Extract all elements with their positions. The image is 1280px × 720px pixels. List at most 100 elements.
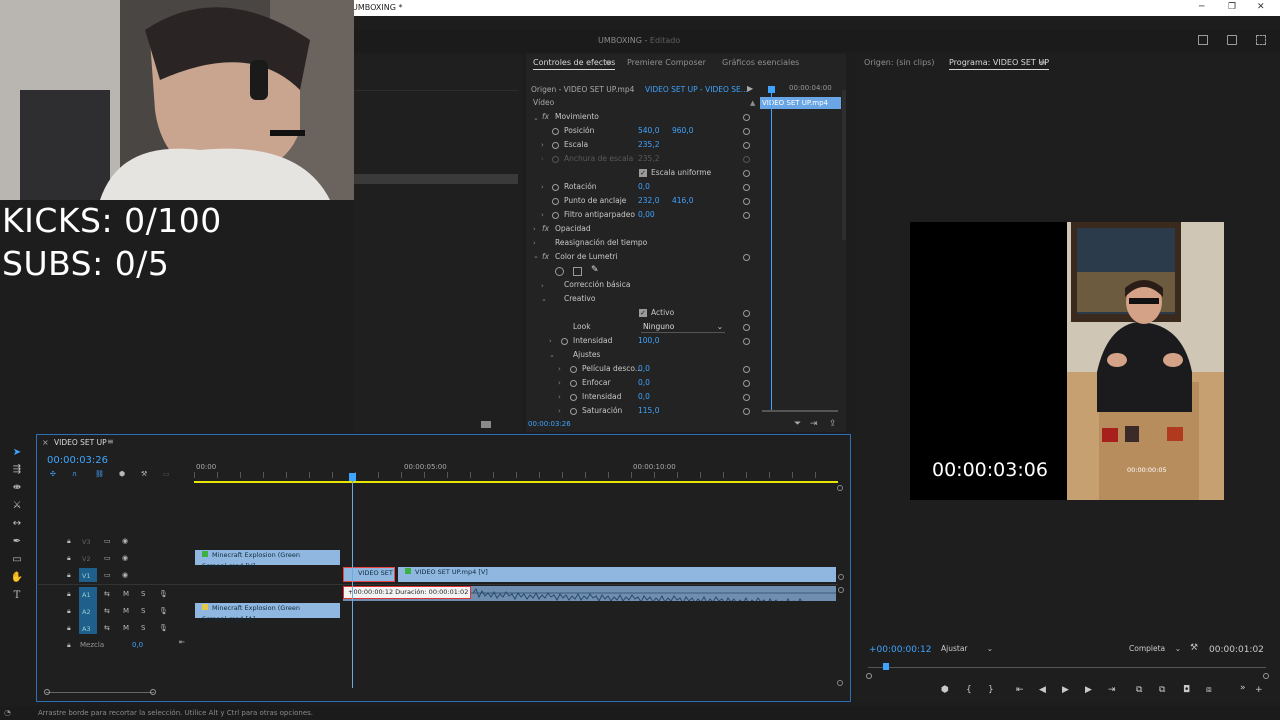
expand-chevron-icon[interactable]: ⌄ <box>533 252 539 260</box>
eye-icon[interactable]: ◉ <box>122 571 128 579</box>
rotacion-value[interactable]: 0,0 <box>638 181 650 193</box>
link-icon[interactable]: ⇆ <box>104 624 110 632</box>
tab-essential-graphics[interactable]: Gráficos esenciales <box>722 58 799 67</box>
vertical-scroll-handle[interactable] <box>837 485 843 491</box>
track-scroll-handle[interactable] <box>838 587 844 593</box>
play-icon[interactable]: ▶ <box>1062 685 1069 695</box>
export-icon[interactable]: ⇥ <box>810 419 818 429</box>
reset-icon[interactable] <box>743 114 750 121</box>
pelicula-value[interactable]: 0,0 <box>638 363 650 375</box>
stopwatch-icon[interactable] <box>552 184 559 191</box>
anclaje-y-value[interactable]: 416,0 <box>672 195 693 207</box>
escala-value[interactable]: 235,2 <box>638 139 659 151</box>
zoom-scrollbar[interactable] <box>762 410 838 412</box>
mini-clip[interactable]: VIDEO SET UP.mp4 <box>760 97 841 109</box>
intensidad-value[interactable]: 100,0 <box>638 335 659 347</box>
film-icon[interactable]: ▭ <box>104 537 111 545</box>
eye-icon[interactable]: ◉ <box>122 554 128 562</box>
mute-icon[interactable]: M <box>123 607 129 615</box>
expand-chevron-icon[interactable]: › <box>558 407 561 415</box>
mute-icon[interactable]: M <box>123 624 129 632</box>
expand-chevron-icon[interactable]: › <box>541 183 544 191</box>
lock-icon[interactable]: 🔒︎ <box>67 590 71 599</box>
reset-icon[interactable] <box>743 394 750 401</box>
fit-dropdown[interactable]: Ajustar ⌄ <box>941 643 993 655</box>
eye-icon[interactable]: ◉ <box>122 537 128 545</box>
add-button-icon[interactable]: + <box>1255 685 1263 695</box>
source-clip-label[interactable]: Origen - VIDEO SET UP.mp4 <box>531 85 634 94</box>
film-icon[interactable]: ▭ <box>104 554 111 562</box>
mic-icon[interactable]: 🎙︎ <box>159 590 168 598</box>
zoom-handle-right[interactable] <box>1263 673 1269 679</box>
solo-icon[interactable]: S <box>141 624 145 632</box>
quality-dropdown[interactable]: Completa ⌄ <box>1129 643 1181 655</box>
step-forward-icon[interactable]: ▶ <box>1085 685 1092 695</box>
pen-tool-icon[interactable]: ✒ <box>10 535 24 549</box>
filtro-value[interactable]: 0,00 <box>638 209 655 221</box>
reset-icon[interactable] <box>743 254 750 261</box>
timeline-playhead[interactable] <box>352 476 353 688</box>
expand-chevron-icon[interactable]: › <box>558 393 561 401</box>
expand-chevron-icon[interactable]: › <box>541 282 544 290</box>
workspace-icon[interactable] <box>1198 35 1208 45</box>
vertical-scroll-handle[interactable] <box>837 680 843 686</box>
timeline-playhead-handle[interactable] <box>349 473 356 481</box>
stopwatch-icon[interactable] <box>552 128 559 135</box>
stopwatch-icon[interactable] <box>570 380 577 387</box>
lock-icon[interactable]: 🔒︎ <box>67 641 71 650</box>
effect-scrollbar[interactable] <box>842 90 846 240</box>
row-movimiento[interactable]: Movimiento <box>555 111 599 123</box>
track-label-a2[interactable]: A2 <box>82 608 91 616</box>
intensidad-2-value[interactable]: 0,0 <box>638 391 650 403</box>
share-icon[interactable] <box>1227 35 1237 45</box>
tab-premiere-composer[interactable]: Premiere Composer <box>627 58 706 67</box>
stopwatch-icon[interactable] <box>552 198 559 205</box>
ellipse-mask-icon[interactable] <box>555 267 564 276</box>
clip-v1-video-set-b[interactable]: VIDEO SET UP.mp4 [V] <box>398 567 836 582</box>
lock-icon[interactable]: 🔒︎ <box>67 624 71 633</box>
program-playhead[interactable] <box>883 663 889 670</box>
track-label-v2[interactable]: V2 <box>82 555 91 563</box>
ruler-ticks[interactable] <box>194 472 838 478</box>
reset-icon[interactable] <box>743 184 750 191</box>
stopwatch-icon[interactable] <box>570 394 577 401</box>
linked-selection-icon[interactable]: ⛓ <box>95 470 104 478</box>
expand-chevron-icon[interactable]: ⌄ <box>549 351 555 359</box>
maximize-icon[interactable]: ❐ <box>1228 2 1236 12</box>
extract-icon[interactable]: ⧉ <box>1159 685 1165 695</box>
clip-v1-video-set-a[interactable]: VIDEO SET <box>343 567 395 582</box>
mini-playhead-handle[interactable] <box>768 86 775 93</box>
minimize-icon[interactable]: ─ <box>1199 2 1204 12</box>
track-label-a1[interactable]: A1 <box>82 591 91 599</box>
lock-icon[interactable]: 🔒︎ <box>67 571 71 580</box>
expand-chevron-icon[interactable]: ⌄ <box>541 295 547 303</box>
expand-chevron-icon[interactable]: › <box>558 365 561 373</box>
lift-icon[interactable]: ⧉ <box>1136 685 1142 695</box>
link-icon[interactable]: ⇆ <box>104 590 110 598</box>
anclaje-x-value[interactable]: 232,0 <box>638 195 659 207</box>
lock-icon[interactable]: 🔒︎ <box>67 537 71 546</box>
stopwatch-icon[interactable] <box>552 142 559 149</box>
row-correccion-basica[interactable]: Corrección básica <box>564 279 630 291</box>
folder-icon[interactable] <box>481 421 491 428</box>
saturacion-value[interactable]: 115,0 <box>638 405 659 417</box>
filter-icon[interactable]: ⏷ <box>794 419 801 429</box>
ripple-edit-tool-icon[interactable]: ⇼ <box>10 481 24 495</box>
mic-icon[interactable]: 🎙︎ <box>159 607 168 615</box>
solo-icon[interactable]: S <box>141 590 145 598</box>
add-marker-icon[interactable]: ⬢ <box>119 470 125 478</box>
add-marker-icon[interactable]: ⬢ <box>941 685 949 695</box>
razor-tool-icon[interactable]: ⚔ <box>10 499 24 513</box>
posicion-x-value[interactable]: 540,0 <box>638 125 659 137</box>
reset-icon[interactable] <box>743 128 750 135</box>
reset-icon[interactable] <box>743 198 750 205</box>
timeline-tab[interactable]: VIDEO SET UP <box>54 438 107 447</box>
snap-icon[interactable]: ∩ <box>72 470 77 478</box>
reset-icon[interactable] <box>743 338 750 345</box>
track-label-a3[interactable]: A3 <box>82 625 91 633</box>
close-tab-icon[interactable]: × <box>42 438 49 447</box>
program-current-time[interactable]: +00:00:00:12 <box>869 645 931 655</box>
reset-icon[interactable] <box>743 310 750 317</box>
mute-icon[interactable]: M <box>123 590 129 598</box>
stopwatch-icon[interactable] <box>570 366 577 373</box>
